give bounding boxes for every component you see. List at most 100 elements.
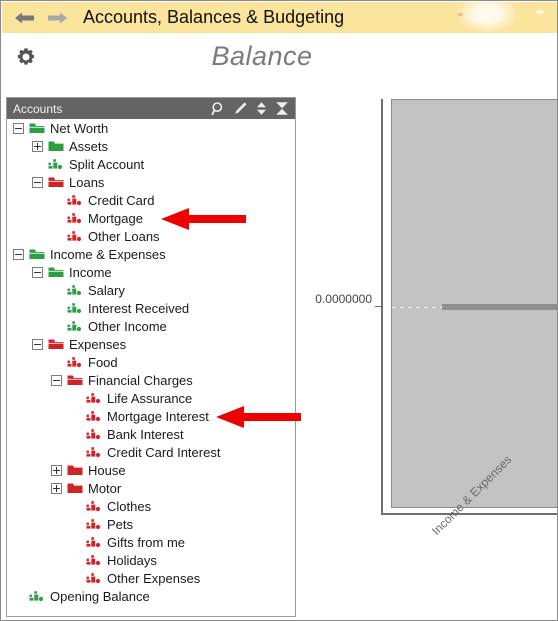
tree-expander-expanded[interactable] <box>32 176 43 188</box>
tree-expander-collapsed[interactable] <box>51 482 62 494</box>
account-icon <box>86 537 101 548</box>
tree-item-label: Bank Interest <box>107 426 184 442</box>
tree-item-label: Other Expenses <box>107 570 201 586</box>
balance-chart: 0.0000000 Income & Expenses <box>301 91 557 620</box>
account-icon <box>67 195 82 206</box>
account-icon <box>86 411 101 422</box>
account-icon <box>67 303 82 314</box>
tree-item-label: Clothes <box>107 498 152 514</box>
balance-report-window: Accounts, Balances & Budgeting Balance A… <box>0 0 558 621</box>
account-icon <box>86 391 102 405</box>
tree-item-motor[interactable]: Motor <box>7 479 295 497</box>
tree-item-label: Opening Balance <box>50 588 150 604</box>
edit-pencil-icon[interactable] <box>233 101 248 116</box>
tree-item-salary[interactable]: Salary <box>7 281 295 299</box>
folder-open-icon <box>67 375 83 385</box>
window-title: Accounts, Balances & Budgeting <box>83 7 345 27</box>
tree-item-interest-received[interactable]: Interest Received <box>7 299 295 317</box>
tree-item-label: Expenses <box>69 336 127 352</box>
folder-closed-icon <box>67 483 83 493</box>
account-icon <box>86 535 102 549</box>
tree-expander-expanded[interactable] <box>13 248 24 260</box>
tree-item-other-loans[interactable]: Other Loans <box>7 227 295 245</box>
account-icon <box>67 211 83 225</box>
titlebar-highlight-artifact <box>458 2 516 32</box>
account-icon <box>48 157 64 171</box>
account-icon <box>86 409 102 423</box>
tree-item-label: Salary <box>88 282 125 298</box>
folder-open-icon <box>67 373 83 387</box>
tree-item-financial-charges[interactable]: Financial Charges <box>7 371 295 389</box>
tree-item-opening-balance[interactable]: Opening Balance <box>7 587 295 605</box>
folder-closed-icon <box>67 463 83 477</box>
tree-expander-expanded[interactable] <box>13 122 24 134</box>
tree-item-other-expenses[interactable]: Other Expenses <box>7 569 295 587</box>
report-header: Balance <box>2 33 557 95</box>
tree-item-label: Income <box>69 264 112 280</box>
tree-item-assets[interactable]: Assets <box>7 137 295 155</box>
tree-item-label: Pets <box>107 516 134 532</box>
bar-income-and-expenses[interactable] <box>442 304 557 310</box>
window-titlebar: Accounts, Balances & Budgeting <box>2 2 557 33</box>
folder-closed-icon <box>48 139 64 153</box>
tree-item-credit-card[interactable]: Credit Card <box>7 191 295 209</box>
folder-closed-icon <box>67 465 83 475</box>
tree-item-other-income[interactable]: Other Income <box>7 317 295 335</box>
folder-closed-icon <box>67 481 83 495</box>
account-icon <box>86 517 102 531</box>
collapse-all-icon[interactable] <box>275 101 289 116</box>
tree-item-mortgage-interest[interactable]: Mortgage Interest <box>7 407 295 425</box>
tree-item-income[interactable]: Income <box>7 263 295 281</box>
tree-item-holidays[interactable]: Holidays <box>7 551 295 569</box>
folder-open-icon <box>29 121 45 135</box>
y-axis-tick-label: 0.0000000 <box>315 292 372 306</box>
tree-item-net-worth[interactable]: Net Worth <box>7 119 295 137</box>
tree-item-label: Mortgage Interest <box>107 408 209 424</box>
tree-item-mortgage[interactable]: Mortgage <box>7 209 295 227</box>
account-icon <box>86 555 101 566</box>
folder-open-icon <box>29 249 45 259</box>
account-icon <box>67 231 82 242</box>
search-icon[interactable] <box>211 101 226 116</box>
tree-item-label: Loans <box>69 174 105 190</box>
tree-item-expenses[interactable]: Expenses <box>7 335 295 353</box>
account-icon <box>86 393 101 404</box>
tree-item-label: Credit Card <box>88 192 155 208</box>
tree-item-life-assurance[interactable]: Life Assurance <box>7 389 295 407</box>
account-icon <box>86 447 101 458</box>
tree-expander-expanded[interactable] <box>51 374 62 386</box>
tree-item-split-account[interactable]: Split Account <box>7 155 295 173</box>
tree-item-house[interactable]: House <box>7 461 295 479</box>
tree-item-label: Financial Charges <box>88 372 193 388</box>
x-axis-line <box>381 513 557 515</box>
accounts-tree[interactable]: Net Worth Assets Split Account Loans Credit … <box>7 119 295 616</box>
sort-updown-icon[interactable] <box>255 101 268 116</box>
tree-item-gifts-from-me[interactable]: Gifts from me <box>7 533 295 551</box>
tree-item-loans[interactable]: Loans <box>7 173 295 191</box>
arrow-left-icon[interactable] <box>15 11 35 25</box>
account-icon <box>86 445 102 459</box>
tree-item-income-expenses[interactable]: Income & Expenses <box>7 245 295 263</box>
account-icon <box>29 591 44 602</box>
tree-item-pets[interactable]: Pets <box>7 515 295 533</box>
account-icon <box>67 319 83 333</box>
account-icon <box>67 285 82 296</box>
tree-item-food[interactable]: Food <box>7 353 295 371</box>
tree-item-credit-card-interest[interactable]: Credit Card Interest <box>7 443 295 461</box>
tree-expander-expanded[interactable] <box>32 266 43 278</box>
titlebar-speck-artifact <box>536 10 544 14</box>
folder-open-icon <box>29 247 45 261</box>
arrow-right-icon[interactable] <box>47 11 67 25</box>
folder-open-icon <box>48 177 64 187</box>
tree-item-clothes[interactable]: Clothes <box>7 497 295 515</box>
tree-expander-collapsed[interactable] <box>32 140 43 152</box>
account-icon <box>86 499 102 513</box>
folder-open-icon <box>48 267 64 277</box>
tree-item-label: Other Income <box>88 318 167 334</box>
tree-expander-expanded[interactable] <box>32 338 43 350</box>
folder-open-icon <box>48 265 64 279</box>
account-icon <box>67 355 83 369</box>
tree-item-bank-interest[interactable]: Bank Interest <box>7 425 295 443</box>
tree-expander-collapsed[interactable] <box>51 464 62 476</box>
tree-item-label: Mortgage <box>88 210 143 226</box>
